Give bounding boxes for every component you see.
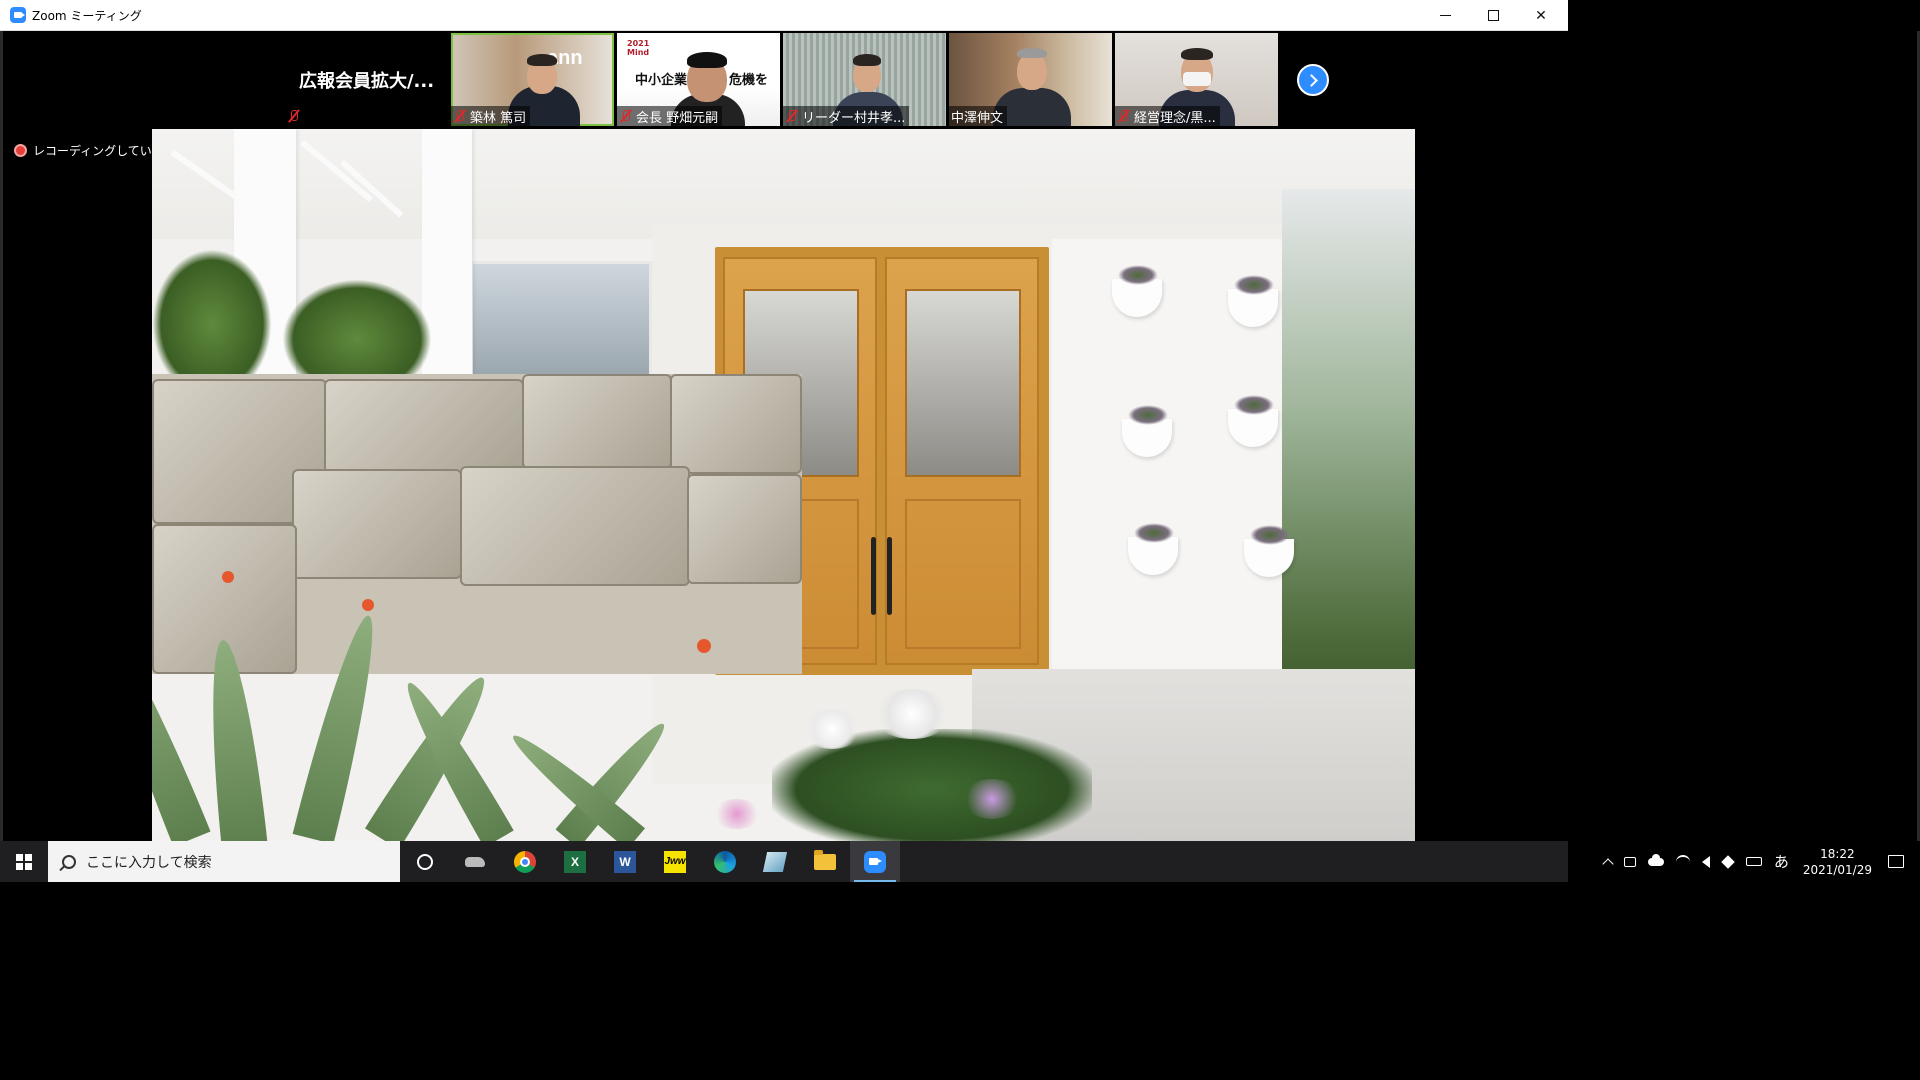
file-explorer-button[interactable] <box>800 841 850 882</box>
video-plants <box>152 571 1152 841</box>
tile-app-icon <box>762 851 788 872</box>
battery-icon <box>1745 857 1762 866</box>
taskbar-search[interactable]: ここに入力して検索 <box>48 841 400 882</box>
tile-name-bar: 会長 野畑元嗣 <box>617 106 723 126</box>
cloud-icon <box>1647 853 1664 866</box>
participant-name: 築林 篤司 <box>470 110 527 126</box>
participant-tile-1[interactable]: ann 築林 篤司 <box>451 33 614 126</box>
search-placeholder: ここに入力して検索 <box>86 854 212 871</box>
file-explorer-icon <box>814 849 836 870</box>
meet-now-button[interactable] <box>1623 856 1636 867</box>
mic-muted-icon <box>1117 109 1131 123</box>
clock-date: 2021/01/29 <box>1802 862 1872 877</box>
battery-button[interactable] <box>1745 857 1762 866</box>
participant-name: 経営理念/黒... <box>1134 110 1216 126</box>
meeting-name: 広報会員拡大/... <box>298 70 435 92</box>
cat-app-icon <box>465 856 485 867</box>
clock[interactable]: 18:22 2021/01/29 <box>1803 846 1872 878</box>
jww-icon: Jww <box>664 850 686 873</box>
participant-tile-2[interactable]: 2021 Mind 中小企業 危機を 会長 野畑元嗣 <box>617 33 780 126</box>
participant-name: 中澤伸文 <box>951 110 1004 126</box>
search-icon <box>62 854 76 869</box>
cortana-button[interactable] <box>400 841 450 882</box>
ime-button[interactable]: あ <box>1774 851 1789 872</box>
maximize-button[interactable] <box>1469 0 1517 31</box>
participant-name: 会長 野畑元嗣 <box>636 110 719 126</box>
dropbox-icon <box>1721 854 1735 869</box>
participant-tile-5[interactable]: 経営理念/黒... <box>1115 33 1278 126</box>
next-page-button[interactable] <box>1297 64 1329 96</box>
excel-icon: X <box>564 850 586 873</box>
word-button[interactable]: W <box>600 841 650 882</box>
notification-icon[interactable] <box>1888 855 1904 868</box>
taskbar: ここに入力して検索 X W Jww <box>0 841 1568 882</box>
video-window <box>470 261 652 379</box>
excel-button[interactable]: X <box>550 841 600 882</box>
cortana-icon <box>417 853 433 870</box>
chevron-up-icon <box>1602 857 1614 870</box>
participant-name: リーダー村井孝... <box>802 110 906 126</box>
cat-app-button[interactable] <box>450 841 500 882</box>
close-icon: ✕ <box>1535 7 1547 24</box>
tile-name-bar: 経営理念/黒... <box>1115 106 1220 126</box>
participant-tile-3[interactable]: リーダー村井孝... <box>783 33 946 126</box>
tile-name-bar <box>285 106 308 126</box>
volume-button[interactable] <box>1701 855 1710 868</box>
clock-time: 18:22 <box>1820 846 1855 861</box>
ime-indicator: あ <box>1773 853 1789 871</box>
maximize-icon <box>1487 10 1499 21</box>
mic-muted-icon <box>287 109 301 123</box>
tile-name-bar: 築林 篤司 <box>451 106 531 126</box>
close-button[interactable]: ✕ <box>1517 0 1565 31</box>
chrome-button[interactable] <box>500 841 550 882</box>
dropbox-button[interactable] <box>1721 854 1735 869</box>
participant-tile-4[interactable]: 中澤伸文 <box>949 33 1112 126</box>
participant-tile-meeting[interactable]: 広報会員拡大/... <box>285 33 448 126</box>
slide-badge: 2021 Mind <box>627 39 650 57</box>
mic-muted-icon <box>785 109 799 123</box>
zoom-icon <box>864 850 886 873</box>
start-button[interactable] <box>0 841 48 882</box>
speaker-icon <box>1701 855 1710 868</box>
zoom-taskbar-button[interactable] <box>850 841 900 882</box>
tile-app-button[interactable] <box>750 841 800 882</box>
wifi-icon <box>1675 854 1690 869</box>
edge-button[interactable] <box>700 841 750 882</box>
camera-icon <box>1623 856 1636 867</box>
main-video[interactable] <box>152 129 1415 841</box>
window-frame-left <box>0 31 3 841</box>
video-pergola <box>152 129 472 399</box>
system-tray: あ 18:22 2021/01/29 <box>1598 841 1920 882</box>
mic-muted-icon <box>453 109 467 123</box>
recording-dot-icon <box>14 144 27 157</box>
jww-button[interactable]: Jww <box>650 841 700 882</box>
tile-name-bar: リーダー村井孝... <box>783 106 910 126</box>
chrome-icon <box>514 850 536 873</box>
windows-icon <box>16 853 32 870</box>
network-button[interactable] <box>1675 854 1690 869</box>
word-icon: W <box>614 850 636 873</box>
edge-icon <box>714 850 736 873</box>
video-trees <box>1282 189 1415 749</box>
window-title: Zoom ミーティング <box>32 8 142 23</box>
zoom-app-icon <box>10 7 26 23</box>
chevron-right-icon <box>1304 73 1318 87</box>
minimize-icon <box>1439 15 1451 16</box>
tile-name-bar: 中澤伸文 <box>949 106 1008 126</box>
participant-strip: 広報会員拡大/... ann 築林 篤司 2021 Mind 中小企業 危機を … <box>285 33 1278 127</box>
mic-muted-icon <box>619 109 633 123</box>
title-bar: Zoom ミーティング ✕ <box>0 0 1568 31</box>
minimize-button[interactable] <box>1421 0 1469 31</box>
show-hidden-icons-button[interactable] <box>1602 856 1614 870</box>
onedrive-button[interactable] <box>1647 853 1664 866</box>
